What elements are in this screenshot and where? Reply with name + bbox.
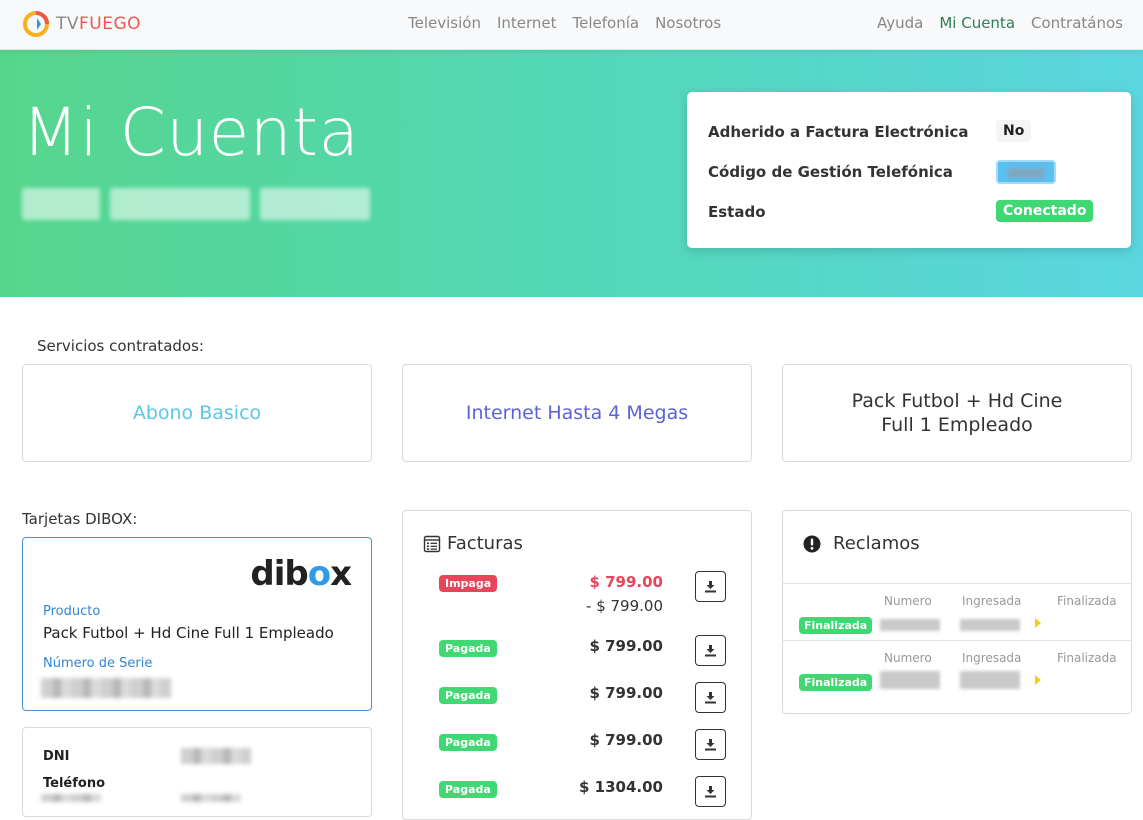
redacted-numero xyxy=(880,671,940,689)
factura-status-badge: Pagada xyxy=(439,687,497,704)
nav-contratanos[interactable]: Contratános xyxy=(1031,14,1123,32)
redacted-address xyxy=(41,794,101,802)
factura-amount: $ 1304.00 xyxy=(579,778,663,796)
redacted-numero xyxy=(880,619,940,631)
factura-amount-credit: - $ 799.00 xyxy=(586,597,663,615)
service-name: Internet Hasta 4 Megas xyxy=(465,402,689,424)
reclamos-header: Reclamos xyxy=(803,533,920,554)
download-icon xyxy=(705,739,716,751)
download-icon xyxy=(705,692,716,704)
col-ingresada: Ingresada xyxy=(962,651,1022,665)
reclamo-row[interactable]: Numero Ingresada Finalizada Finalizada xyxy=(783,583,1131,640)
estado-badge: Conectado xyxy=(996,200,1094,222)
download-factura-button[interactable] xyxy=(695,635,726,666)
redacted-fecha xyxy=(960,619,1020,631)
facturas-card: Facturas Impaga $ 799.00 - $ 799.00 Paga… xyxy=(402,510,752,820)
facturas-title: Facturas xyxy=(447,533,523,554)
nav-mi-cuenta[interactable]: Mi Cuenta xyxy=(939,14,1015,32)
hero-banner: Mi Cuenta Adherido a Factura Electrónica… xyxy=(0,50,1143,297)
servicios-label: Servicios contratados: xyxy=(37,337,204,355)
invoice-list-icon xyxy=(423,535,441,552)
redacted-dni xyxy=(181,748,251,764)
exclamation-circle-icon xyxy=(803,535,821,552)
account-status-card: Adherido a Factura Electrónica No Código… xyxy=(687,92,1131,248)
download-icon xyxy=(705,786,716,798)
account-nav: Ayuda Mi Cuenta Contratános xyxy=(877,14,1123,32)
factura-amount: $ 799.00 xyxy=(589,731,663,749)
factura-amount: $ 799.00 xyxy=(589,684,663,702)
col-numero: Numero xyxy=(884,651,932,665)
factura-electronica-label: Adherido a Factura Electrónica xyxy=(708,123,969,141)
brand-logo[interactable]: TVFUEGO xyxy=(22,9,141,39)
reclamo-status-badge: Finalizada xyxy=(799,617,873,634)
nav-nosotros[interactable]: Nosotros xyxy=(655,14,721,32)
caret-right-icon[interactable] xyxy=(1035,618,1041,628)
facturas-header: Facturas xyxy=(423,533,523,554)
download-factura-button[interactable] xyxy=(695,729,726,760)
serie-label: Número de Serie xyxy=(43,656,153,671)
caret-right-icon[interactable] xyxy=(1035,675,1041,685)
brand-name: TVFUEGO xyxy=(56,14,142,34)
flame-logo-icon xyxy=(23,11,49,37)
factura-status-badge: Pagada xyxy=(439,640,497,657)
factura-status-badge: Pagada xyxy=(439,781,497,798)
reclamo-row[interactable]: Numero Ingresada Finalizada Finalizada xyxy=(783,640,1131,697)
reclamos-title: Reclamos xyxy=(833,533,920,554)
redacted-fecha xyxy=(960,671,1020,689)
service-card-pack[interactable]: Pack Futbol + Hd Cine Full 1 Empleado xyxy=(782,364,1132,462)
col-finalizada: Finalizada xyxy=(1057,594,1117,608)
redacted-name-part xyxy=(110,188,250,220)
redacted-name-part xyxy=(22,188,100,220)
factura-electronica-value: No xyxy=(996,120,1032,142)
factura-amount: $ 799.00 xyxy=(589,637,663,655)
page-title: Mi Cuenta xyxy=(22,94,360,171)
main-nav: Televisión Internet Telefonía Nosotros xyxy=(408,14,721,32)
service-name: Abono Basico xyxy=(132,402,262,424)
dibox-logo: dibox xyxy=(250,554,352,594)
col-numero: Numero xyxy=(884,594,932,608)
download-icon xyxy=(705,645,716,657)
redacted-serie xyxy=(41,678,171,698)
download-factura-button[interactable] xyxy=(695,776,726,807)
dibox-label: Tarjetas DIBOX: xyxy=(22,510,138,528)
customer-data-card: DNI Teléfono xyxy=(22,727,372,817)
codigo-gestion-label: Código de Gestión Telefónica xyxy=(708,163,953,181)
service-name: Pack Futbol + Hd Cine Full 1 Empleado xyxy=(851,390,1063,436)
redacted-address-value xyxy=(181,794,241,802)
download-factura-button[interactable] xyxy=(695,571,726,602)
estado-label: Estado xyxy=(708,203,766,221)
telefono-label: Teléfono xyxy=(43,776,106,791)
factura-status-badge: Impaga xyxy=(439,575,498,592)
redacted-name-part xyxy=(260,188,370,220)
download-icon xyxy=(705,581,716,593)
dibox-card[interactable]: dibox Producto Pack Futbol + Hd Cine Ful… xyxy=(22,537,372,711)
service-card-abono[interactable]: Abono Basico xyxy=(22,364,372,462)
nav-telefonia[interactable]: Telefonía xyxy=(573,14,640,32)
nav-television[interactable]: Televisión xyxy=(408,14,481,32)
service-card-internet[interactable]: Internet Hasta 4 Megas xyxy=(402,364,752,462)
reclamo-status-badge: Finalizada xyxy=(799,674,873,691)
factura-status-badge: Pagada xyxy=(439,734,497,751)
producto-label: Producto xyxy=(43,604,101,619)
factura-amount: $ 799.00 xyxy=(589,573,663,591)
col-ingresada: Ingresada xyxy=(962,594,1022,608)
codigo-gestion-value xyxy=(996,160,1056,184)
nav-internet[interactable]: Internet xyxy=(497,14,557,32)
dni-label: DNI xyxy=(43,749,70,764)
download-factura-button[interactable] xyxy=(695,682,726,713)
top-navbar: TVFUEGO Televisión Internet Telefonía No… xyxy=(0,0,1143,50)
reclamos-card: Reclamos Numero Ingresada Finalizada Fin… xyxy=(782,510,1132,714)
col-finalizada: Finalizada xyxy=(1057,651,1117,665)
producto-value: Pack Futbol + Hd Cine Full 1 Empleado xyxy=(43,624,334,642)
nav-ayuda[interactable]: Ayuda xyxy=(877,14,923,32)
